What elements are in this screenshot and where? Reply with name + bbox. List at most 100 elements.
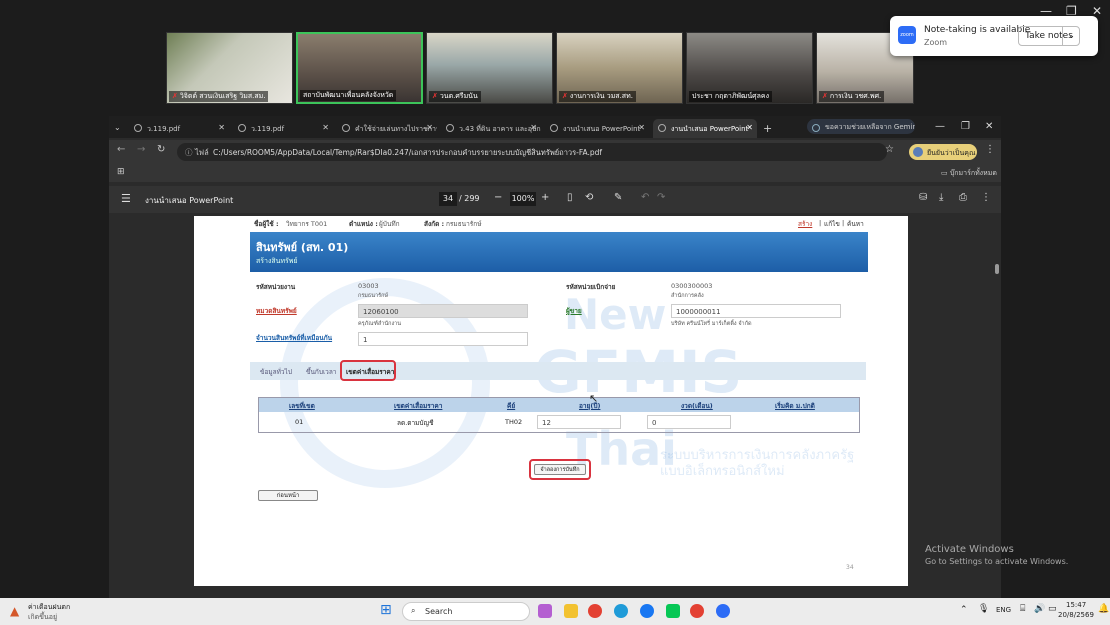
back-icon[interactable]: ← bbox=[117, 144, 125, 155]
page-total: / 299 bbox=[459, 194, 480, 203]
taskbar: ▲ ค่าเตือนฝนตก เกิดขึ้นอยู่ ⊞ ⌕ Search ⌃… bbox=[0, 598, 1110, 625]
participant-tile[interactable]: ✗ งานการเงิน วมส.สท. bbox=[556, 32, 683, 104]
globe-icon bbox=[446, 124, 454, 132]
copilot-icon[interactable] bbox=[538, 604, 552, 618]
close-icon[interactable]: ✕ bbox=[638, 123, 645, 132]
browser-tab[interactable]: งานนำเสนอ PowerPoint ✕ bbox=[545, 119, 649, 138]
browser-tab[interactable]: ว.119.pdf ✕ bbox=[129, 119, 229, 138]
download-icon[interactable]: ⤓ bbox=[939, 192, 943, 203]
close-icon[interactable]: ✕ bbox=[530, 123, 537, 132]
zoom-logo-icon: zoom bbox=[898, 26, 916, 44]
language-indicator[interactable]: ENG bbox=[996, 606, 1011, 614]
chrome-icon[interactable] bbox=[588, 604, 602, 618]
close-icon[interactable]: ✕ bbox=[985, 121, 993, 132]
new-tab-icon[interactable]: + bbox=[759, 119, 777, 138]
page-number: 34 bbox=[846, 564, 854, 571]
unit-name: กรมธนารักษ์ bbox=[358, 293, 389, 299]
star-icon[interactable]: ☆ bbox=[885, 144, 894, 155]
column-header: คีย์ bbox=[507, 402, 516, 410]
chrome-profile-icon[interactable] bbox=[690, 604, 704, 618]
qty-input[interactable]: 1 bbox=[358, 332, 528, 346]
gemini-button[interactable]: ขอความช่วยเหลือจาก Gemini bbox=[807, 119, 915, 134]
close-icon[interactable]: ✕ bbox=[218, 123, 225, 132]
column-header: งวด(เดือน) bbox=[681, 402, 713, 410]
menu-icon[interactable]: ⋮ bbox=[985, 144, 995, 155]
redo-icon[interactable]: ↷ bbox=[657, 192, 665, 203]
more-icon[interactable]: ⋮ bbox=[981, 192, 991, 203]
reload-icon[interactable]: ↻ bbox=[157, 144, 165, 155]
tab-general[interactable]: ข้อมูลทั่วไป bbox=[260, 367, 292, 377]
participant-tile[interactable]: ✗ วิจิตต์ สวนเงินเสริฐ วิมส.สม. bbox=[166, 32, 293, 104]
zoom-level[interactable]: 100% bbox=[510, 192, 536, 206]
file-explorer-icon[interactable] bbox=[564, 604, 578, 618]
clock-time[interactable]: 15:47 bbox=[1066, 601, 1086, 609]
tray-chevron-icon[interactable]: ⌃ bbox=[960, 605, 968, 615]
minimize-icon[interactable]: — bbox=[935, 121, 945, 132]
close-icon[interactable]: ✕ bbox=[426, 123, 433, 132]
network-icon[interactable]: ⌸ bbox=[1020, 604, 1025, 614]
undo-icon[interactable]: ↶ bbox=[641, 192, 649, 203]
browser-tab[interactable]: ว.43 ที่ดิน อาคาร และอุปกรณ์✕ bbox=[441, 119, 541, 138]
windows-start-icon[interactable]: ⊞ bbox=[380, 602, 392, 618]
vendor-input[interactable]: 1000000011 bbox=[671, 304, 841, 318]
forward-icon[interactable]: → bbox=[137, 144, 145, 155]
taskbar-search[interactable]: ⌕ Search bbox=[402, 602, 530, 621]
annotate-icon[interactable]: ✎ bbox=[614, 192, 622, 203]
vendor-name: บริษัท ครีนน์โทรี่ มาร์เก็ตติ้ง จำกัด bbox=[671, 321, 752, 327]
close-icon[interactable]: ✕ bbox=[746, 123, 753, 132]
weather-sub: เกิดขึ้นอยู่ bbox=[28, 613, 58, 621]
battery-icon[interactable]: ▭ bbox=[1048, 604, 1057, 614]
volume-icon[interactable]: 🔊 bbox=[1034, 604, 1045, 614]
line-icon[interactable] bbox=[666, 604, 680, 618]
previous-button[interactable]: ก่อนหน้า bbox=[258, 490, 318, 501]
facebook-icon[interactable] bbox=[640, 604, 654, 618]
hamburger-icon[interactable]: ☰ bbox=[121, 192, 131, 205]
asset-category-input[interactable]: 12060100 bbox=[358, 304, 528, 318]
weather-icon[interactable]: ▲ bbox=[10, 604, 19, 618]
page-number-input[interactable]: 34 bbox=[439, 192, 457, 206]
pdf-toolbar: ☰ งานนำเสนอ PowerPoint 34 / 299 − 100% +… bbox=[109, 186, 1001, 213]
link-edit[interactable]: แก้ไข bbox=[824, 219, 840, 229]
browser-tab[interactable]: ว.119.pdf ✕ bbox=[233, 119, 333, 138]
all-bookmarks-link[interactable]: ▭ บุ๊กมาร์กทั้งหมด bbox=[941, 168, 997, 179]
position-value: ผู้บันทึก bbox=[379, 220, 400, 228]
close-icon[interactable]: ✕ bbox=[322, 123, 329, 132]
notification-bell-icon[interactable]: 🔔 bbox=[1098, 604, 1109, 614]
restore-icon[interactable]: ❐ bbox=[961, 121, 970, 132]
participant-name: ✗ งานการเงิน วมส.สท. bbox=[559, 91, 636, 102]
scrollbar[interactable] bbox=[993, 216, 1001, 596]
toast-title: Note-taking is available bbox=[924, 25, 1031, 35]
mic-icon[interactable]: 🎙 bbox=[978, 604, 989, 614]
participant-tile[interactable]: สถาบันพัฒนาเพื่อนคลังจังหวัด bbox=[296, 32, 423, 104]
edge-icon[interactable] bbox=[614, 604, 628, 618]
zoom-out-icon[interactable]: − bbox=[494, 192, 502, 203]
link-search[interactable]: ค้นหา bbox=[847, 219, 864, 229]
browser-tab[interactable]: คำใช้จ่ายเล่นทางไปราชการ ✕ bbox=[337, 119, 437, 138]
user-value: วิทยากร T001 bbox=[286, 220, 328, 228]
asset-category-label: หมวดสินทรัพย์ bbox=[256, 307, 297, 315]
fit-page-icon[interactable]: ▯ bbox=[567, 192, 573, 203]
rotate-icon[interactable]: ⟲ bbox=[585, 192, 593, 203]
period-months-input[interactable]: 0 bbox=[647, 415, 731, 429]
tab-time[interactable]: ขึ้นกับเวลา bbox=[306, 367, 336, 377]
zoom-app-icon[interactable] bbox=[716, 604, 730, 618]
apps-grid-icon[interactable]: ⊞ bbox=[117, 167, 125, 177]
link-create[interactable]: สร้าง bbox=[798, 219, 812, 229]
chevron-down-icon[interactable]: ⌄ bbox=[1062, 26, 1080, 46]
file-info-icon: ⓘ bbox=[185, 148, 193, 157]
tab-strip: ⌄ ว.119.pdf ✕ ว.119.pdf ✕ คำใช้จ่ายเล่นทาง… bbox=[109, 116, 1001, 138]
url-input[interactable]: ⓘ ไฟล์ C:/Users/ROOM5/AppData/Local/Temp… bbox=[177, 143, 887, 161]
participant-tile[interactable]: ✗ วนต.ศรีมนัน bbox=[426, 32, 553, 104]
tab-search-icon[interactable]: ⌄ bbox=[111, 119, 125, 138]
life-years-input[interactable]: 12 bbox=[537, 415, 621, 429]
zoom-in-icon[interactable]: + bbox=[541, 192, 549, 203]
scrollbar-thumb[interactable] bbox=[995, 264, 999, 274]
clock-date[interactable]: 20/8/2569 bbox=[1058, 611, 1094, 619]
participant-tile[interactable]: ประชา กฤตาภิพัฒน์ศุลคง bbox=[686, 32, 813, 104]
profile-button[interactable]: ยืนยันว่าเป็นคุณ bbox=[909, 144, 977, 160]
print-icon[interactable]: ⎙ bbox=[959, 192, 967, 203]
table-row[interactable]: 01 ลด.ตามบัญชี TH02 12 0 bbox=[259, 412, 859, 432]
save-icon[interactable]: ⛁ bbox=[919, 192, 927, 203]
search-icon: ⌕ bbox=[411, 606, 416, 615]
browser-tab-active[interactable]: งานนำเสนอ PowerPoint ✕ bbox=[653, 119, 757, 138]
